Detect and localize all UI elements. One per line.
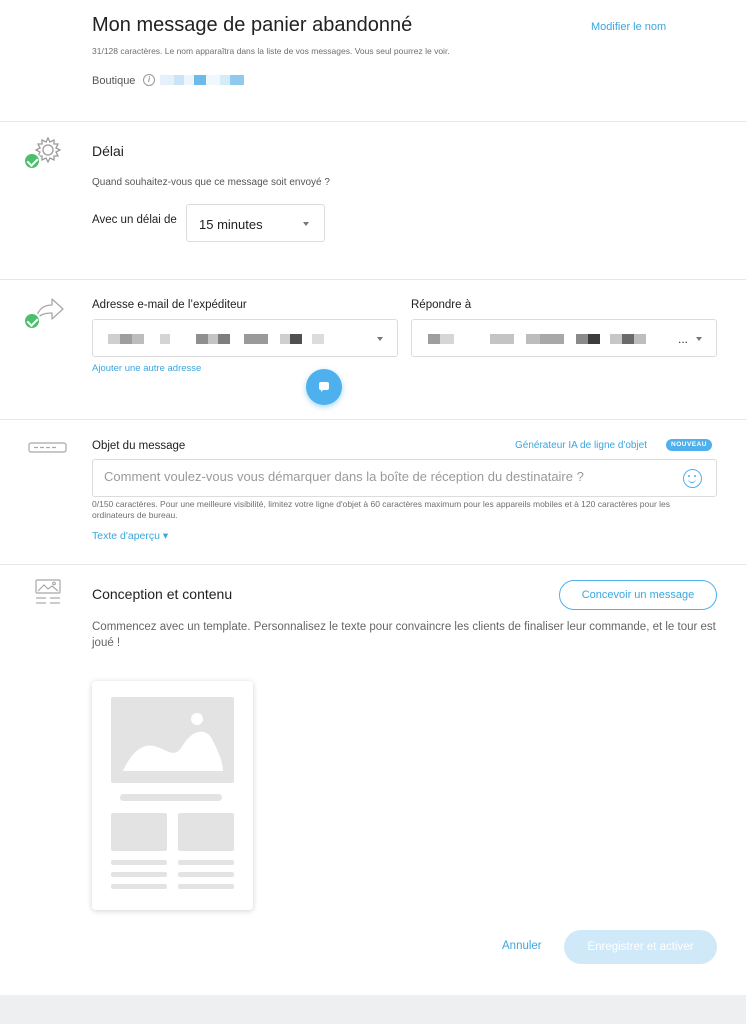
chevron-down-icon [303, 222, 309, 226]
subject-section: Objet du message Générateur IA de ligne … [0, 420, 746, 565]
design-title: Conception et contenu [92, 586, 233, 602]
design-description: Commencez avec un template. Personnalise… [92, 621, 716, 649]
delay-label: Avec un délai de [92, 214, 177, 226]
from-email-redacted [108, 334, 324, 344]
delay-value: 15 minutes [199, 217, 263, 232]
template-line [178, 860, 234, 865]
delay-question: Quand souhaitez-vous que ce message soit… [92, 177, 330, 188]
template-line [178, 872, 234, 877]
from-email-select[interactable] [92, 319, 398, 357]
reply-to-select[interactable]: ... [411, 319, 717, 357]
reply-to-redacted [428, 334, 646, 344]
page-footer-bar [0, 995, 746, 1024]
design-section: Conception et contenu Concevoir un messa… [0, 565, 746, 995]
subject-line-icon [28, 442, 67, 453]
new-badge: NOUVEAU [666, 439, 713, 451]
chevron-down-icon [696, 337, 702, 341]
add-address-link[interactable]: Ajouter une autre adresse [92, 363, 201, 374]
chat-icon[interactable] [306, 369, 342, 405]
sender-section: Adresse e-mail de l’expéditeur Répondre … [0, 280, 746, 420]
page-title: Mon message de panier abandonné [92, 14, 413, 36]
check-icon [23, 152, 41, 170]
template-line [111, 884, 167, 889]
subject-input[interactable] [104, 469, 664, 484]
message-name-section: Mon message de panier abandonné Modifier… [0, 0, 746, 122]
delay-section: Délai Quand souhaitez-vous que ce messag… [0, 122, 746, 280]
ai-subject-generator-link[interactable]: Générateur IA de ligne d'objet [515, 440, 647, 451]
template-block-left [111, 813, 167, 851]
from-label: Adresse e-mail de l’expéditeur [92, 299, 247, 311]
delay-select[interactable]: 15 minutes [186, 204, 325, 242]
template-title-placeholder [120, 794, 222, 801]
image-placeholder-icon [123, 713, 223, 771]
template-line [178, 884, 234, 889]
template-card[interactable] [92, 681, 253, 910]
name-hint: 31/128 caractères. Le nom apparaîtra dan… [92, 46, 450, 56]
subject-label: Objet du message [92, 440, 186, 452]
template-image-placeholder [111, 697, 234, 783]
rename-link[interactable]: Modifier le nom [591, 21, 666, 33]
delay-title: Délai [92, 143, 124, 159]
subject-field[interactable] [92, 459, 717, 497]
check-icon [23, 312, 41, 330]
chevron-down-icon [377, 337, 383, 341]
subject-count-note: 0/150 caractères. Pour une meilleure vis… [92, 499, 671, 520]
template-line [111, 872, 167, 877]
design-message-button[interactable]: Concevoir un message [559, 580, 717, 610]
template-block-right [178, 813, 234, 851]
info-icon[interactable]: i [143, 74, 155, 86]
template-icon [35, 579, 61, 604]
reply-to-ellipsis: ... [678, 332, 689, 346]
save-and-activate-button[interactable]: Enregistrer et activer [564, 930, 717, 964]
reply-to-label: Répondre à [411, 299, 472, 311]
template-line [111, 860, 167, 865]
shop-name-redacted [160, 75, 244, 85]
cancel-button[interactable]: Annuler [502, 940, 542, 952]
emoji-icon[interactable] [683, 469, 702, 488]
preview-text-toggle[interactable]: Texte d'aperçu ▾ [92, 530, 168, 542]
shop-label: Boutique [92, 75, 136, 87]
